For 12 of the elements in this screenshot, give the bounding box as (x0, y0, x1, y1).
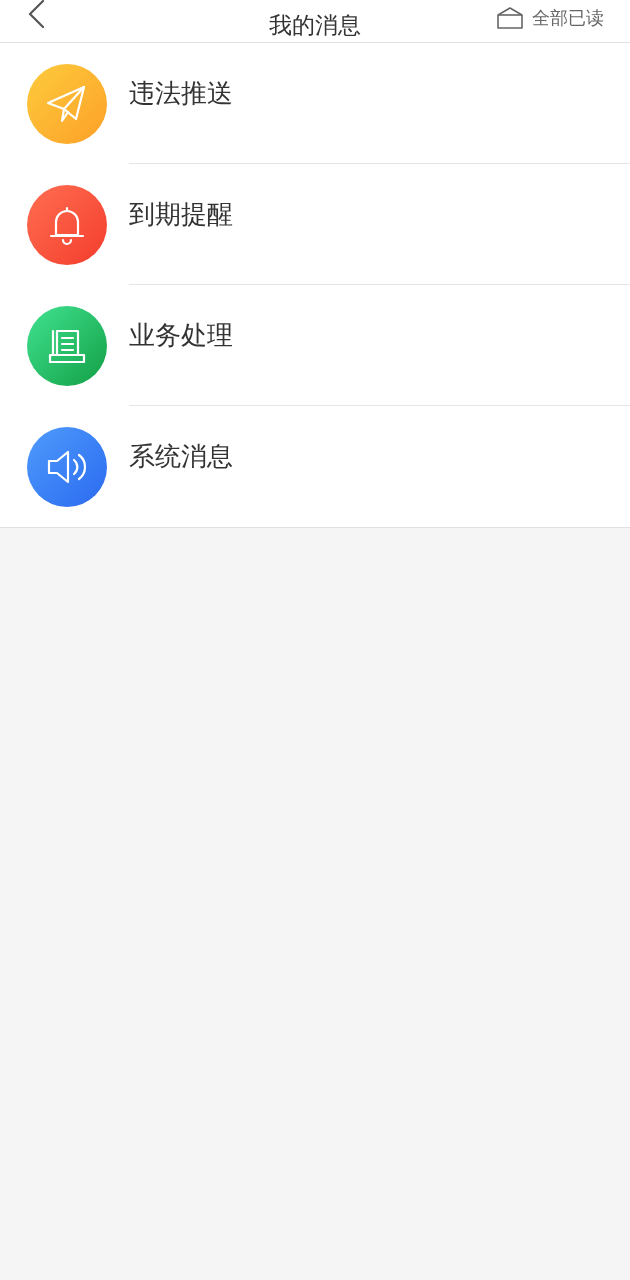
category-label: 违法推送 (129, 76, 233, 110)
mark-all-read-button[interactable]: 全部已读 (496, 4, 604, 31)
message-category-item[interactable]: 系统消息 (0, 406, 630, 527)
category-label: 系统消息 (129, 440, 233, 473)
message-category-item[interactable]: 到期提醒 (0, 164, 630, 285)
page-title: 我的消息 (269, 10, 361, 40)
back-icon[interactable] (26, 0, 46, 28)
category-label: 业务处理 (129, 318, 233, 352)
envelope-icon (496, 5, 524, 30)
category-label: 到期提醒 (129, 197, 233, 231)
message-category-item[interactable]: 违法推送 (0, 43, 630, 164)
message-category-item[interactable]: 业务处理 (0, 285, 630, 406)
